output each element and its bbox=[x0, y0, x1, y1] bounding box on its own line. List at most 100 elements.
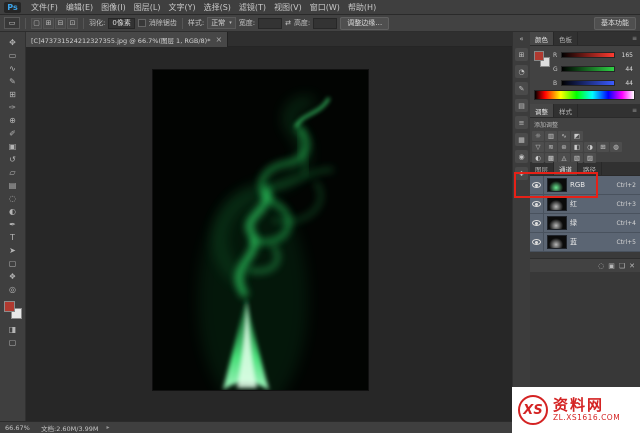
hand-tool[interactable]: ❖ bbox=[3, 270, 23, 283]
collapsed-panel-icon-4[interactable]: ▤ bbox=[515, 99, 528, 112]
visibility-toggle[interactable] bbox=[530, 233, 544, 251]
new-selection-mode-icon[interactable]: ▢ bbox=[31, 17, 42, 29]
collapsed-panel-icon-2[interactable]: ◔ bbox=[515, 65, 528, 78]
watermark-site-name: 资料网 bbox=[553, 396, 605, 415]
swap-dimensions-icon[interactable]: ⇄ bbox=[285, 19, 291, 27]
antialias-checkbox[interactable] bbox=[137, 19, 146, 27]
quick-selection-tool[interactable]: ✎ bbox=[3, 75, 23, 88]
green-slider[interactable] bbox=[561, 66, 615, 72]
subtract-selection-mode-icon[interactable]: ⊟ bbox=[55, 17, 66, 29]
blur-tool[interactable]: ◌ bbox=[3, 192, 23, 205]
menu-window[interactable]: 窗口(W) bbox=[306, 2, 344, 13]
blue-value[interactable]: 44 bbox=[617, 80, 633, 87]
menu-layer[interactable]: 图层(L) bbox=[130, 2, 165, 13]
refine-edge-button[interactable]: 调整边缘… bbox=[340, 16, 390, 30]
delete-channel-icon[interactable]: ✕ bbox=[629, 262, 635, 270]
panel-menu-icon[interactable]: ≡ bbox=[629, 32, 640, 45]
brightness-contrast-icon[interactable]: ☼ bbox=[532, 131, 544, 141]
lasso-tool[interactable]: ∿ bbox=[3, 62, 23, 75]
dodge-tool[interactable]: ◐ bbox=[3, 205, 23, 218]
menu-type[interactable]: 文字(Y) bbox=[164, 2, 199, 13]
tool-palette: ✥ ▭ ∿ ✎ ⊞ ✑ ⊕ ✐ ▣ ↺ ▱ ▤ ◌ ◐ ✒ T ➤ ▢ ❖ ◎ … bbox=[0, 32, 26, 421]
clone-stamp-tool[interactable]: ▣ bbox=[3, 140, 23, 153]
hue-saturation-icon[interactable]: ≋ bbox=[545, 142, 557, 152]
zoom-level-field[interactable]: 66.67% bbox=[5, 424, 33, 432]
load-selection-icon[interactable]: ◌ bbox=[598, 262, 604, 270]
quick-mask-button[interactable]: ◨ bbox=[3, 323, 23, 336]
curves-icon[interactable]: ∿ bbox=[558, 131, 570, 141]
healing-brush-tool[interactable]: ⊕ bbox=[3, 114, 23, 127]
color-spectrum-ramp[interactable] bbox=[534, 90, 635, 100]
move-tool[interactable]: ✥ bbox=[3, 36, 23, 49]
black-white-icon[interactable]: ◧ bbox=[571, 142, 583, 152]
channel-mixer-icon[interactable]: ⊞ bbox=[597, 142, 609, 152]
menu-edit[interactable]: 编辑(E) bbox=[62, 2, 97, 13]
color-lookup-icon[interactable]: ◍ bbox=[610, 142, 622, 152]
save-selection-icon[interactable]: ▣ bbox=[608, 262, 615, 270]
pen-tool[interactable]: ✒ bbox=[3, 218, 23, 231]
color-swatches-widget[interactable] bbox=[3, 301, 22, 319]
close-icon[interactable]: × bbox=[215, 35, 222, 44]
expand-panels-icon[interactable]: « bbox=[519, 35, 523, 44]
exposure-icon[interactable]: ◩ bbox=[571, 131, 583, 141]
marquee-tool[interactable]: ▭ bbox=[3, 49, 23, 62]
red-value[interactable]: 165 bbox=[617, 52, 633, 59]
menu-help[interactable]: 帮助(H) bbox=[344, 2, 380, 13]
brush-tool[interactable]: ✐ bbox=[3, 127, 23, 140]
eraser-tool[interactable]: ▱ bbox=[3, 166, 23, 179]
foreground-color-swatch[interactable] bbox=[3, 301, 15, 312]
eyedropper-tool[interactable]: ✑ bbox=[3, 101, 23, 114]
canvas-pasteboard[interactable] bbox=[26, 47, 512, 421]
channel-row-blue[interactable]: 蓝 Ctrl+5 bbox=[530, 233, 640, 252]
photo-filter-icon[interactable]: ◑ bbox=[584, 142, 596, 152]
workspace-switcher-button[interactable]: 基本功能 bbox=[594, 16, 636, 30]
menu-filter[interactable]: 滤镜(T) bbox=[235, 2, 270, 13]
collapsed-panel-icon-5[interactable]: ≡ bbox=[515, 116, 528, 129]
menu-file[interactable]: 文件(F) bbox=[27, 2, 62, 13]
visibility-toggle[interactable] bbox=[530, 214, 544, 232]
feather-input[interactable]: 0像素 bbox=[108, 17, 135, 29]
status-options-arrow-icon[interactable]: ▸ bbox=[107, 424, 110, 431]
collapsed-panel-icon-6[interactable]: ▦ bbox=[515, 133, 528, 146]
collapsed-panel-icon-3[interactable]: ✎ bbox=[515, 82, 528, 95]
rectangle-tool[interactable]: ▢ bbox=[3, 257, 23, 270]
panel-menu-icon[interactable]: ≡ bbox=[629, 104, 640, 117]
style-select[interactable]: 正常 ▾ bbox=[207, 17, 236, 29]
path-selection-tool[interactable]: ➤ bbox=[3, 244, 23, 257]
zoom-tool[interactable]: ◎ bbox=[3, 283, 23, 296]
tab-swatches[interactable]: 色板 bbox=[554, 32, 578, 45]
menu-select[interactable]: 选择(S) bbox=[200, 2, 235, 13]
blue-slider[interactable] bbox=[561, 80, 615, 86]
collapsed-panel-icon-7[interactable]: ◉ bbox=[515, 150, 528, 163]
history-brush-tool[interactable]: ↺ bbox=[3, 153, 23, 166]
tab-adjustments[interactable]: 调整 bbox=[530, 104, 554, 117]
new-channel-icon[interactable]: ❏ bbox=[619, 262, 625, 270]
document-size-info[interactable]: 文档:2.60M/3.99M bbox=[41, 423, 99, 433]
screen-mode-button[interactable]: ▢ bbox=[3, 336, 23, 349]
tool-preset-icon[interactable]: ▭ bbox=[4, 17, 20, 29]
canvas-image[interactable] bbox=[153, 70, 368, 410]
vibrance-icon[interactable]: ▽ bbox=[532, 142, 544, 152]
levels-icon[interactable]: ▥ bbox=[545, 131, 557, 141]
menu-view[interactable]: 视图(V) bbox=[270, 2, 306, 13]
tab-styles[interactable]: 样式 bbox=[554, 104, 578, 117]
tab-color[interactable]: 颜色 bbox=[530, 32, 554, 45]
crop-tool[interactable]: ⊞ bbox=[3, 88, 23, 101]
add-selection-mode-icon[interactable]: ⊞ bbox=[43, 17, 54, 29]
width-input[interactable] bbox=[258, 17, 283, 29]
document-tab[interactable]: [C]473731524212327355.jpg @ 66.7%(图层 1, … bbox=[26, 32, 229, 47]
green-value[interactable]: 44 bbox=[617, 66, 633, 73]
crop-tool-icon: ⊞ bbox=[9, 90, 16, 99]
channel-row-green[interactable]: 绿 Ctrl+4 bbox=[530, 214, 640, 233]
type-tool[interactable]: T bbox=[3, 231, 23, 244]
color-balance-icon[interactable]: ⊜ bbox=[558, 142, 570, 152]
menu-image[interactable]: 图像(I) bbox=[97, 2, 130, 13]
panel-color-swatches[interactable] bbox=[534, 51, 550, 67]
intersect-selection-mode-icon[interactable]: ⊡ bbox=[67, 17, 78, 29]
collapsed-panel-icon-1[interactable]: ⊞ bbox=[515, 48, 528, 61]
red-slider[interactable] bbox=[561, 52, 615, 58]
panel-foreground-swatch[interactable] bbox=[534, 51, 544, 61]
collapsed-panel-dock: « ⊞ ◔ ✎ ▤ ≡ ▦ ◉ ❖ bbox=[512, 32, 530, 421]
gradient-tool[interactable]: ▤ bbox=[3, 179, 23, 192]
height-input[interactable] bbox=[313, 17, 338, 29]
